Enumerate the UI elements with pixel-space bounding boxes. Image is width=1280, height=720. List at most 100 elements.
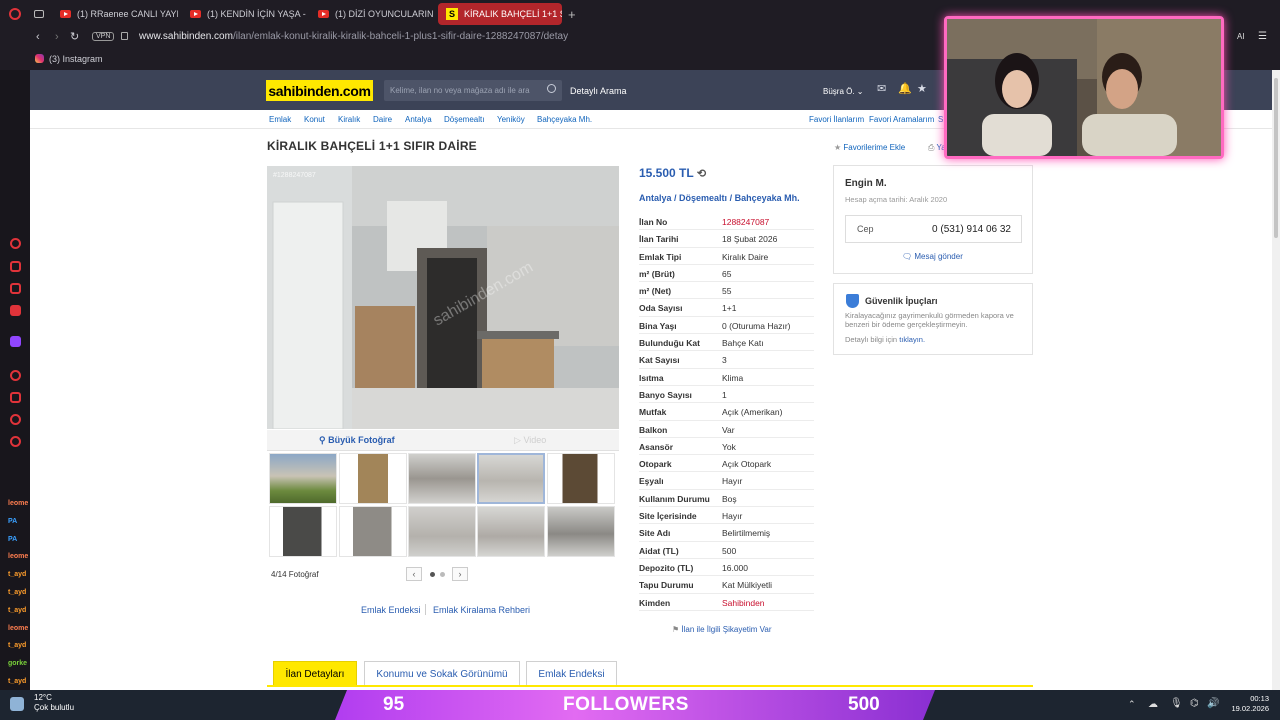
stream-chat-overlay: leome PA PA leome t_ayd t_ayd t_ayd leom… (0, 495, 30, 720)
twitch-icon[interactable] (10, 336, 21, 347)
photo-thumbnail[interactable] (477, 506, 545, 557)
photo-thumbnail-selected[interactable] (477, 453, 545, 504)
bell-icon[interactable]: 🔔 (898, 84, 912, 95)
tab-konumu[interactable]: Konumu ve Sokak Görünümü (364, 661, 520, 686)
tab-label: (1) DİZİ OYUNCULARININ (335, 9, 434, 19)
price-history-icon[interactable]: ⟲ (697, 168, 706, 180)
kiralama-rehberi-link[interactable]: Emlak Kiralama Rehberi (433, 605, 530, 615)
chat-name: PA (8, 535, 18, 543)
safety-detail-link[interactable]: tıklayın. (899, 335, 925, 344)
opera-sidebar-icon[interactable] (10, 238, 21, 249)
location-district[interactable]: Döşemealtı (679, 193, 727, 203)
system-clock[interactable]: 00:13 19.02.2026 (1229, 694, 1269, 714)
seller-name[interactable]: Engin M. (845, 178, 887, 189)
breadcrumb-item[interactable]: Bahçeyaka Mh. (537, 115, 592, 124)
search-placeholder: Kelime, ilan no veya mağaza adı ile ara (390, 86, 530, 95)
breadcrumb-item[interactable]: Daire (373, 115, 392, 124)
property-key: Isıtma (639, 372, 664, 383)
photo-thumbnail[interactable] (408, 453, 476, 504)
complain-link[interactable]: ⚑ İlan ile İlgili Şikayetim Var (672, 625, 772, 634)
cloud-icon[interactable]: ☁ (1148, 699, 1158, 710)
tab-dizi-oyunculari[interactable]: (1) DİZİ OYUNCULARININ (310, 3, 434, 25)
favorite-searches-link[interactable]: Favori Aramalarım (869, 115, 934, 124)
page-dot[interactable] (440, 572, 445, 577)
tab-overview-icon[interactable] (30, 3, 48, 25)
url-field[interactable]: www.sahibinden.com/ilan/emlak-konut-kira… (139, 31, 568, 42)
site-logo[interactable]: sahibinden.com (266, 80, 373, 101)
scrollbar-thumb[interactable] (1274, 78, 1278, 238)
search-input[interactable]: Kelime, ilan no veya mağaza adı ile ara (384, 80, 562, 101)
property-value: Klima (722, 372, 744, 383)
favorite-listings-link[interactable]: Favori İlanlarım (809, 115, 864, 124)
tab-emlak-endeksi[interactable]: Emlak Endeksi (526, 661, 617, 686)
photo-thumbnail[interactable] (408, 506, 476, 557)
emlak-endeksi-link[interactable]: Emlak Endeksi (361, 605, 421, 615)
vpn-badge[interactable]: VPN (92, 32, 115, 41)
tab-ilan-detaylari[interactable]: İlan Detayları (273, 661, 357, 686)
photo-toolbar: ⚲ Büyük Fotoğraf ▷ Video (267, 430, 619, 451)
breadcrumb-item[interactable]: Emlak (269, 115, 291, 124)
location-city[interactable]: Antalya (639, 193, 672, 203)
tab-label: KİRALIK BAHÇELİ 1+1 SIFIR (464, 9, 562, 19)
breadcrumb-item[interactable]: Antalya (405, 115, 432, 124)
ai-label[interactable]: AI (1237, 32, 1245, 41)
back-icon[interactable]: ‹ (36, 31, 40, 43)
star-icon[interactable]: ★ (917, 84, 928, 95)
property-value: Var (722, 424, 735, 435)
divider (425, 604, 426, 615)
prev-photos-button[interactable]: ‹ (406, 567, 422, 581)
bookmark-instagram[interactable]: (3) Instagram (49, 54, 103, 64)
video-button[interactable]: ▷ Video (514, 435, 546, 446)
volume-icon[interactable]: 🔊 (1207, 698, 1219, 709)
property-key: Bina Yaşı (639, 320, 677, 331)
mail-icon[interactable]: ✉ (877, 84, 888, 95)
extensions-icon[interactable] (10, 414, 21, 425)
page-dot-active[interactable] (430, 572, 435, 577)
breadcrumb-item[interactable]: Yeniköy (497, 115, 525, 124)
send-message-button[interactable]: 🗨 Mesaj gönder (902, 252, 963, 261)
new-tab-icon[interactable]: + (568, 7, 576, 22)
settings-icon[interactable] (10, 436, 21, 447)
breadcrumb-item[interactable]: Konut (304, 115, 325, 124)
search-icon[interactable] (547, 84, 556, 93)
tray-chevron-icon[interactable]: ⌃ (1128, 699, 1136, 710)
photo-thumbnail[interactable] (547, 453, 615, 504)
top-link-s[interactable]: S (938, 115, 943, 124)
messenger-icon[interactable] (10, 283, 21, 294)
tab-kiralik-bahceli[interactable]: S KİRALIK BAHÇELİ 1+1 SIFIR × (438, 3, 562, 25)
breadcrumb-item[interactable]: Döşemealtı (444, 115, 484, 124)
tab-label: (1) RRaenee CANLI YAYINI (77, 9, 178, 19)
next-photos-button[interactable]: › (452, 567, 468, 581)
bookmark-icon[interactable] (10, 392, 21, 403)
photo-thumbnail[interactable] (547, 506, 615, 557)
tab-kendin-icin-yasa[interactable]: (1) KENDİN İÇİN YAŞA - Yo (182, 3, 306, 25)
history-icon[interactable] (10, 370, 21, 381)
listing-title: KİRALIK BAHÇELİ 1+1 SIFIR DAİRE (267, 139, 477, 153)
main-photo[interactable]: sahibinden.com (267, 166, 619, 429)
shop-icon[interactable] (10, 261, 21, 272)
reload-icon[interactable]: ↻ (70, 30, 79, 43)
property-value: 1288247087 (722, 217, 770, 227)
add-favorite-button[interactable]: ★ Favorilerime Ekle (834, 143, 905, 152)
breadcrumb-item[interactable]: Kiralık (338, 115, 360, 124)
user-menu[interactable]: Büşra Ö. ⌄ (823, 87, 864, 96)
tab-rraenee[interactable]: (1) RRaenee CANLI YAYINI (52, 3, 178, 25)
forward-icon[interactable]: › (55, 31, 59, 43)
photo-thumbnail[interactable] (339, 506, 407, 557)
photo-thumbnail[interactable] (269, 453, 337, 504)
location-neighborhood[interactable]: Bahçeyaka Mh. (735, 193, 800, 203)
music-icon[interactable] (10, 305, 21, 316)
property-key: Site İçerisinde (639, 511, 697, 522)
microphone-icon[interactable]: 🎙 (1170, 698, 1183, 709)
photo-thumbnail[interactable] (269, 506, 337, 557)
big-photo-button[interactable]: ⚲ Büyük Fotoğraf (319, 435, 395, 446)
photo-thumbnail[interactable] (339, 453, 407, 504)
followers-goal: 500 (848, 694, 880, 715)
property-key: Mutfak (639, 407, 667, 418)
detailed-search-link[interactable]: Detaylı Arama (570, 86, 627, 96)
opera-logo-icon[interactable] (0, 3, 30, 25)
phone-number[interactable]: 0 (531) 914 06 32 (932, 224, 1011, 235)
menu-icon[interactable]: ☰ (1258, 31, 1267, 42)
network-icon[interactable]: ⌬ (1190, 698, 1199, 709)
weather-widget[interactable]: 12°C Çok bulutlu (34, 693, 74, 713)
